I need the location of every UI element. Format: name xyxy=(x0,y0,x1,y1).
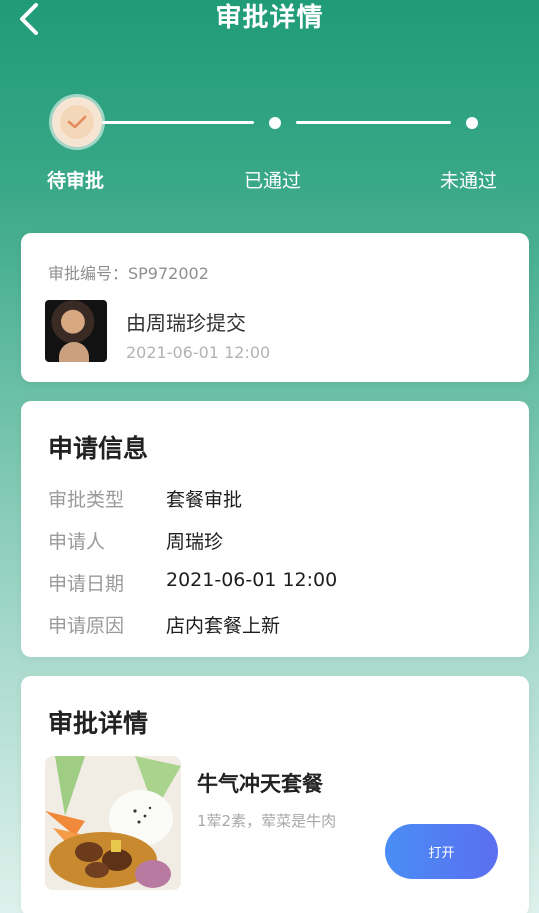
food-illustration xyxy=(45,756,181,890)
info-value: 2021-06-01 12:00 xyxy=(166,569,338,591)
page-title: 审批详情 xyxy=(215,3,324,33)
submission-card: 审批编号：SP972002 由周瑞珍提交 2021-06-01 12:00 xyxy=(21,233,529,382)
step-connector xyxy=(102,121,254,124)
info-key: 审批类型 xyxy=(48,489,125,511)
step-label-rejected: 未通过 xyxy=(440,170,498,192)
info-row: 申请人 周瑞珍 xyxy=(48,527,508,555)
step-dot-rejected xyxy=(466,117,478,129)
info-row: 审批类型 套餐审批 xyxy=(48,485,508,513)
approval-number: 审批编号：SP972002 xyxy=(48,264,209,283)
step-label-pending: 待审批 xyxy=(47,170,105,192)
submitter-text: 由周瑞珍提交 xyxy=(126,311,246,335)
step-pending-indicator xyxy=(52,97,102,147)
info-key: 申请人 xyxy=(48,531,106,553)
package-description: 1荤2素，荤菜是牛肉 xyxy=(197,812,337,830)
section-title: 审批详情 xyxy=(48,709,149,738)
approval-progress: 待审批 已通过 未通过 xyxy=(0,90,539,200)
info-key: 申请原因 xyxy=(48,615,125,637)
info-key: 申请日期 xyxy=(48,573,125,595)
info-row: 申请原因 店内套餐上新 xyxy=(48,611,508,639)
approval-detail-card: 审批详情 牛气冲天套餐 1荤2素，荤菜是牛肉 打开 xyxy=(21,676,529,913)
header-bar: 审批详情 xyxy=(0,0,539,44)
avatar xyxy=(45,300,107,362)
info-value: 套餐审批 xyxy=(166,489,243,511)
step-dot-passed xyxy=(269,117,281,129)
info-value: 周瑞珍 xyxy=(166,531,224,553)
section-title: 申请信息 xyxy=(48,434,149,463)
submit-time: 2021-06-01 12:00 xyxy=(126,343,271,362)
info-value: 店内套餐上新 xyxy=(166,615,281,637)
application-info-card: 申请信息 审批类型 套餐审批 申请人 周瑞珍 申请日期 2021-06-01 1… xyxy=(21,401,529,657)
open-button[interactable]: 打开 xyxy=(385,824,498,879)
package-name: 牛气冲天套餐 xyxy=(197,772,323,796)
check-icon xyxy=(67,115,87,129)
package-image xyxy=(45,756,181,890)
info-row: 申请日期 2021-06-01 12:00 xyxy=(48,569,508,597)
step-connector xyxy=(296,121,451,124)
step-label-passed: 已通过 xyxy=(244,170,302,192)
